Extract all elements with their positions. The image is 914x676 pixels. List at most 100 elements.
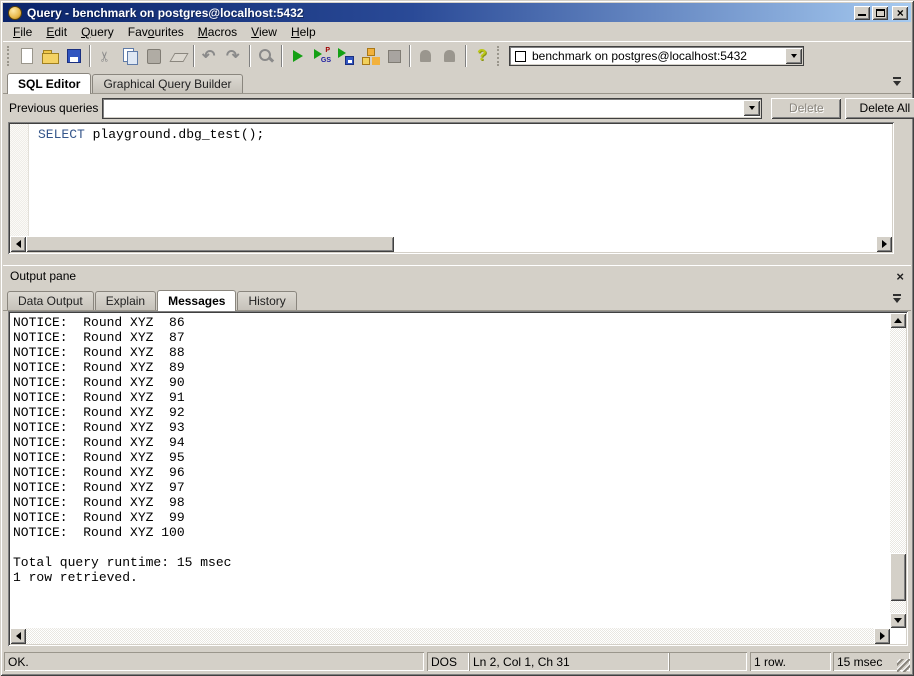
delete-all-button[interactable]: Delete All [845,98,914,119]
tab-overflow-chevron-icon[interactable] [892,294,903,305]
new-query-file-button[interactable] [14,44,38,68]
status-field-spare [669,652,747,671]
arrow-right-icon [880,632,885,640]
arrow-left-icon [16,240,21,248]
maximize-button[interactable] [872,6,888,20]
message-line: NOTICE: Round XYZ 90 [13,375,890,390]
tab-graphical-query-builder[interactable]: Graphical Query Builder [92,74,242,93]
question-mark-icon [473,47,491,65]
messages-text: NOTICE: Round XYZ 86NOTICE: Round XYZ 87… [10,313,890,628]
save-floppy-icon [65,47,83,65]
undo-button[interactable] [198,44,222,68]
window-title: Query - benchmark on postgres@localhost:… [27,6,852,20]
menu-query[interactable]: Query [74,24,121,40]
toolbar-grip[interactable] [7,46,11,66]
messages-pane[interactable]: NOTICE: Round XYZ 86NOTICE: Round XYZ 87… [8,311,908,646]
editor-gutter [10,124,29,236]
eraser-icon [169,47,187,65]
tab-explain[interactable]: Explain [95,291,156,310]
previous-queries-label: Previous queries [9,101,98,115]
arrow-up-icon [894,318,902,323]
cut-button[interactable] [94,44,118,68]
message-line [13,540,890,555]
editor-tab-row: SQL EditorGraphical Query Builder [3,71,911,94]
minimize-button[interactable] [854,6,870,20]
toolbar-separator [465,45,467,67]
pane-splitter[interactable] [3,254,911,265]
tab-data-output[interactable]: Data Output [7,291,94,310]
clear-window-button[interactable] [166,44,190,68]
tab-overflow-chevron-icon[interactable] [892,77,903,88]
title-bar[interactable]: Query - benchmark on postgres@localhost:… [3,3,911,22]
editor-horizontal-scrollbar[interactable] [10,236,892,252]
cancel-query-button[interactable] [382,44,406,68]
explain-query-button[interactable] [358,44,382,68]
toolbar-grip[interactable] [497,46,501,66]
redo-button[interactable] [222,44,246,68]
execute-to-file-button[interactable] [334,44,358,68]
minimize-icon [858,8,866,16]
status-field-row-count: 1 row. [750,652,831,671]
scroll-up-button[interactable] [890,313,906,328]
message-line: NOTICE: Round XYZ 98 [13,495,890,510]
rollback-transaction-button[interactable] [438,44,462,68]
previous-queries-combo[interactable] [102,98,762,119]
toolbar-separator [249,45,251,67]
paste-button[interactable] [142,44,166,68]
output-pane-header: Output pane × [3,265,911,286]
menu-favourites[interactable]: Favourites [121,24,191,40]
previous-queries-dropdown-button[interactable] [743,100,760,116]
arrow-right-icon [882,240,887,248]
scroll-down-button[interactable] [890,613,906,628]
resize-grip-icon[interactable] [897,659,910,672]
delete-button[interactable]: Delete [771,98,841,119]
output-pane-close-button[interactable]: × [896,270,904,283]
message-line: NOTICE: Round XYZ 92 [13,405,890,420]
execute-query-button[interactable] [286,44,310,68]
status-field-cursor-position: Ln 2, Col 1, Ch 31 [469,652,669,671]
save-file-button[interactable] [62,44,86,68]
toolbar-separator [409,45,411,67]
scroll-right-button[interactable] [874,628,890,644]
menu-file[interactable]: File [6,24,39,40]
help-button[interactable] [470,44,494,68]
tab-history[interactable]: History [237,291,296,310]
close-button[interactable]: × [892,6,908,20]
commit-transaction-button[interactable] [414,44,438,68]
messages-vertical-scrollbar[interactable] [890,313,906,628]
scroll-left-button[interactable] [10,236,26,252]
message-line: NOTICE: Round XYZ 97 [13,480,890,495]
message-line: NOTICE: Round XYZ 87 [13,330,890,345]
chevron-down-icon [791,54,797,61]
open-file-button[interactable] [38,44,62,68]
connection-color-icon [515,51,526,62]
sql-editor[interactable]: SELECT playground.dbg_test(); [8,122,894,254]
menu-bar: FileEditQueryFavouritesMacrosViewHelp [3,23,911,41]
message-line: NOTICE: Round XYZ 94 [13,435,890,450]
status-field-message: OK. [4,652,424,671]
execute-pgscript-button[interactable]: PGS [310,44,334,68]
menu-help[interactable]: Help [284,24,323,40]
tab-messages[interactable]: Messages [157,290,236,311]
magnifier-icon [257,47,275,65]
scroll-right-button[interactable] [876,236,892,252]
connection-combo-dropdown-button[interactable] [785,48,802,64]
sql-code-rest: playground.dbg_test(); [85,127,264,142]
status-field-eol-format: DOS [427,652,469,671]
scrollbar-thumb[interactable] [26,236,394,252]
connection-combo[interactable]: benchmark on postgres@localhost:5432 [509,46,804,66]
menu-edit[interactable]: Edit [39,24,74,40]
message-line: NOTICE: Round XYZ 93 [13,420,890,435]
close-icon: × [896,7,903,19]
menu-view[interactable]: View [244,24,284,40]
tab-sql-editor[interactable]: SQL Editor [7,73,91,94]
messages-horizontal-scrollbar[interactable] [10,628,890,644]
find-replace-button[interactable] [254,44,278,68]
menu-macros[interactable]: Macros [191,24,244,40]
scrollbar-thumb[interactable] [890,553,906,601]
copy-button[interactable] [118,44,142,68]
scroll-left-button[interactable] [10,628,26,644]
toolbar-buttons: PGS [4,44,504,68]
toolbar-separator [89,45,91,67]
explain-diagram-icon [361,47,379,65]
